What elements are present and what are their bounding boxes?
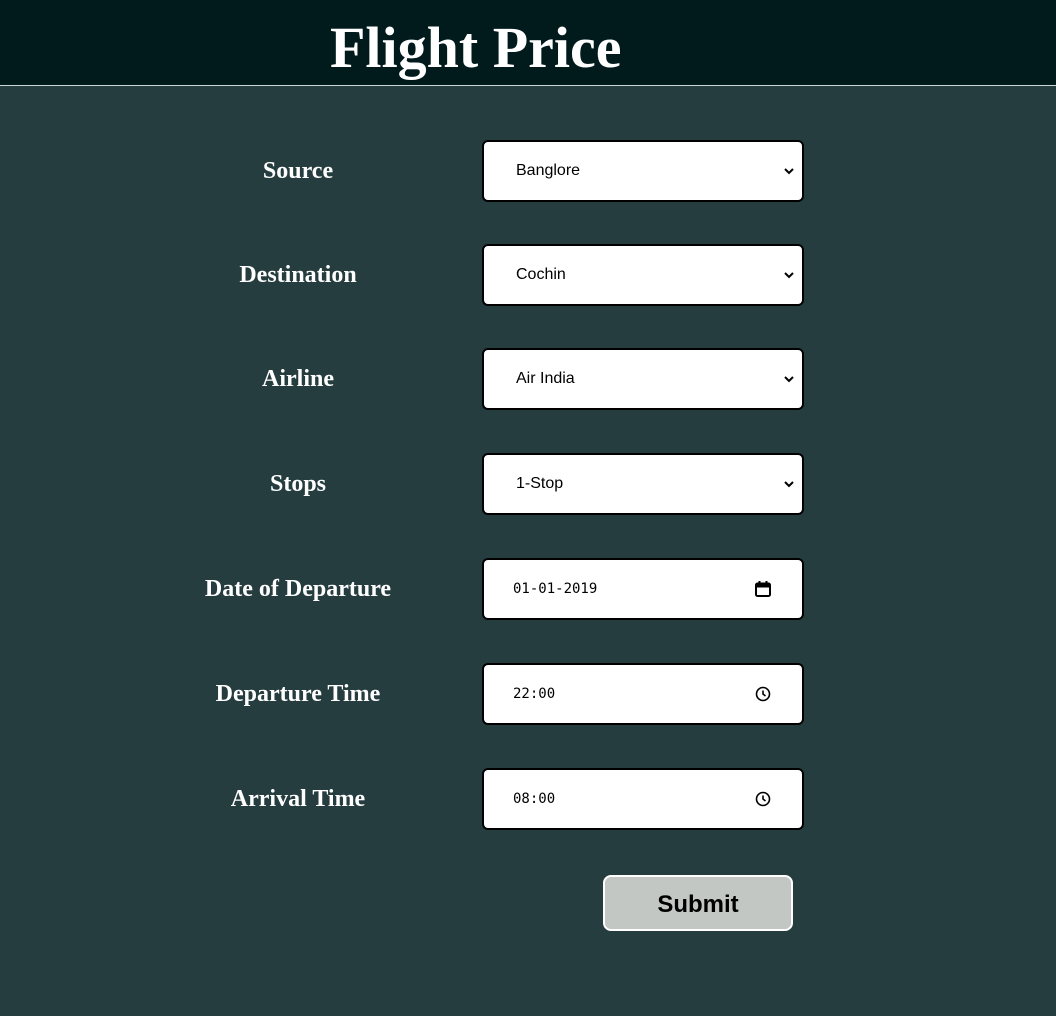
submit-button[interactable]: Submit	[603, 875, 793, 931]
source-label: Source	[262, 158, 334, 184]
destination-row: Destination Cochin	[0, 244, 1056, 306]
clock-icon[interactable]	[754, 790, 772, 808]
date-of-departure-row: Date of Departure 01-01-2019	[0, 558, 1056, 620]
source-row: Source Banglore	[0, 140, 1056, 202]
departure-time-value: 22:00	[513, 686, 556, 702]
date-of-departure-label: Date of Departure	[204, 576, 392, 602]
chevron-down-icon	[784, 168, 794, 175]
clock-icon[interactable]	[754, 685, 772, 703]
stops-label: Stops	[269, 471, 327, 497]
destination-label: Destination	[239, 262, 357, 288]
chevron-down-icon	[784, 481, 794, 488]
arrival-time-input[interactable]: 08:00	[482, 768, 804, 830]
destination-selected-value: Cochin	[516, 266, 566, 283]
page-title: Flight Price	[330, 15, 622, 80]
calendar-icon[interactable]	[754, 580, 772, 598]
source-selected-value: Banglore	[516, 162, 581, 179]
departure-time-input[interactable]: 22:00	[482, 663, 804, 725]
destination-select[interactable]: Cochin	[482, 244, 804, 306]
arrival-time-row: Arrival Time 08:00	[0, 768, 1056, 830]
stops-row: Stops 1-Stop	[0, 453, 1056, 515]
departure-time-label: Departure Time	[215, 681, 381, 707]
airline-row: Airline Air India	[0, 348, 1056, 410]
stops-selected-value: 1-Stop	[516, 475, 564, 492]
arrival-time-label: Arrival Time	[230, 786, 366, 812]
airline-label: Airline	[262, 366, 334, 392]
stops-select[interactable]: 1-Stop	[482, 453, 804, 515]
chevron-down-icon	[784, 272, 794, 279]
departure-time-row: Departure Time 22:00	[0, 663, 1056, 725]
airline-selected-value: Air India	[516, 370, 575, 387]
date-of-departure-input[interactable]: 01-01-2019	[482, 558, 804, 620]
chevron-down-icon	[784, 376, 794, 383]
date-of-departure-value: 01-01-2019	[513, 581, 598, 597]
arrival-time-value: 08:00	[513, 791, 556, 807]
airline-select[interactable]: Air India	[482, 348, 804, 410]
source-select[interactable]: Banglore	[482, 140, 804, 202]
header-bar: Flight Price	[0, 0, 1056, 86]
